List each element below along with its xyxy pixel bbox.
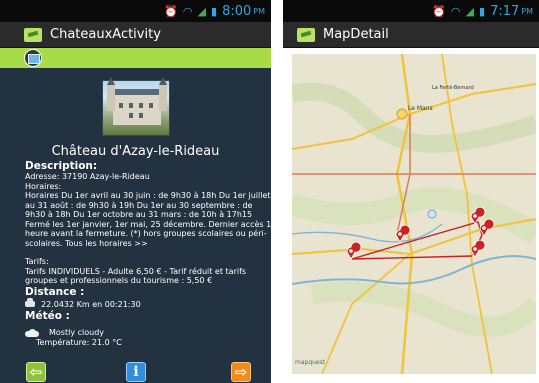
wifi-icon: ◠ (182, 4, 193, 18)
info-button[interactable]: i (126, 362, 146, 382)
app-title: MapDetail (323, 27, 389, 42)
chateau-name: Château d'Azay-le-Rideau (51, 144, 220, 159)
status-bar: ⏰ ◠ ◢ ▮ 8:00 PM (0, 0, 271, 22)
battery-icon: ▮ (211, 4, 218, 18)
chateaux-activity-screen: ⏰ ◠ ◢ ▮ 8:00 PM ChateauxActivity Château… (0, 0, 271, 383)
meteo-heading: Météo : (25, 310, 70, 322)
signal-icon: ◢ (465, 4, 474, 18)
status-ampm: PM (253, 6, 265, 16)
tarifs-text: Tarifs INDIVIDUELS - Adulte 6,50 € - Tar… (25, 266, 247, 286)
map-container: Le Mans La Ferté-Bernard mapquest (283, 48, 539, 383)
address-text: Adresse: 37190 Azay-le-Rideau (25, 172, 150, 181)
next-button[interactable]: ⇨ (231, 362, 251, 382)
distance-heading: Distance : (25, 285, 85, 298)
app-title: ChateauxActivity (50, 27, 161, 42)
chateau-detail: Château d'Azay-le-Rideau Description: Ad… (0, 48, 271, 383)
battery-icon: ▮ (479, 4, 486, 18)
chateau-info: Description: Adresse: 37190 Azay-le-Ride… (25, 160, 271, 347)
action-bar: ChateauxActivity (0, 22, 271, 48)
description-heading: Description: (25, 160, 98, 172)
car-icon (25, 298, 35, 308)
tarifs-label: Tarifs: (25, 257, 49, 266)
map-label-ferte-bernard: La Ferté-Bernard (432, 84, 474, 91)
status-bar: ⏰ ◠ ◢ ▮ 7:17 PM (283, 0, 539, 22)
map-icon[interactable] (24, 49, 42, 67)
distance-value: 22.0432 Km en 00:21:30 (41, 299, 141, 309)
status-time: 7:17 (490, 3, 520, 19)
map-detail-screen: ⏰ ◠ ◢ ▮ 7:17 PM MapDetail Le Mans La Fer… (283, 0, 539, 383)
wifi-icon: ◠ (450, 4, 461, 18)
horaires-text: Horaires Du 1er avril au 30 juin : de 9h… (25, 191, 271, 248)
weather-condition: Mostly cloudy (49, 328, 104, 337)
alarm-icon: ⏰ (432, 4, 446, 18)
status-ampm: PM (521, 6, 533, 16)
chateau-photo (102, 77, 170, 136)
temperature-text: Température: 21.0 °C (36, 337, 122, 347)
status-time: 8:00 (222, 3, 252, 19)
map-toolbar (0, 48, 271, 68)
app-icon[interactable] (24, 27, 42, 42)
map-attribution: mapquest (295, 359, 326, 366)
app-icon[interactable] (297, 27, 315, 42)
map-label-le-mans: Le Mans (408, 105, 433, 112)
action-bar: MapDetail (283, 22, 539, 48)
signal-icon: ◢ (197, 4, 206, 18)
back-button[interactable]: ⇦ (26, 362, 46, 382)
alarm-icon: ⏰ (164, 4, 178, 18)
navigation-bar: ⇦ i ⇨ (0, 360, 271, 383)
cloud-icon (25, 328, 39, 337)
horaires-label: Horaires: (25, 181, 62, 191)
map-view[interactable]: Le Mans La Ferté-Bernard (292, 54, 536, 374)
